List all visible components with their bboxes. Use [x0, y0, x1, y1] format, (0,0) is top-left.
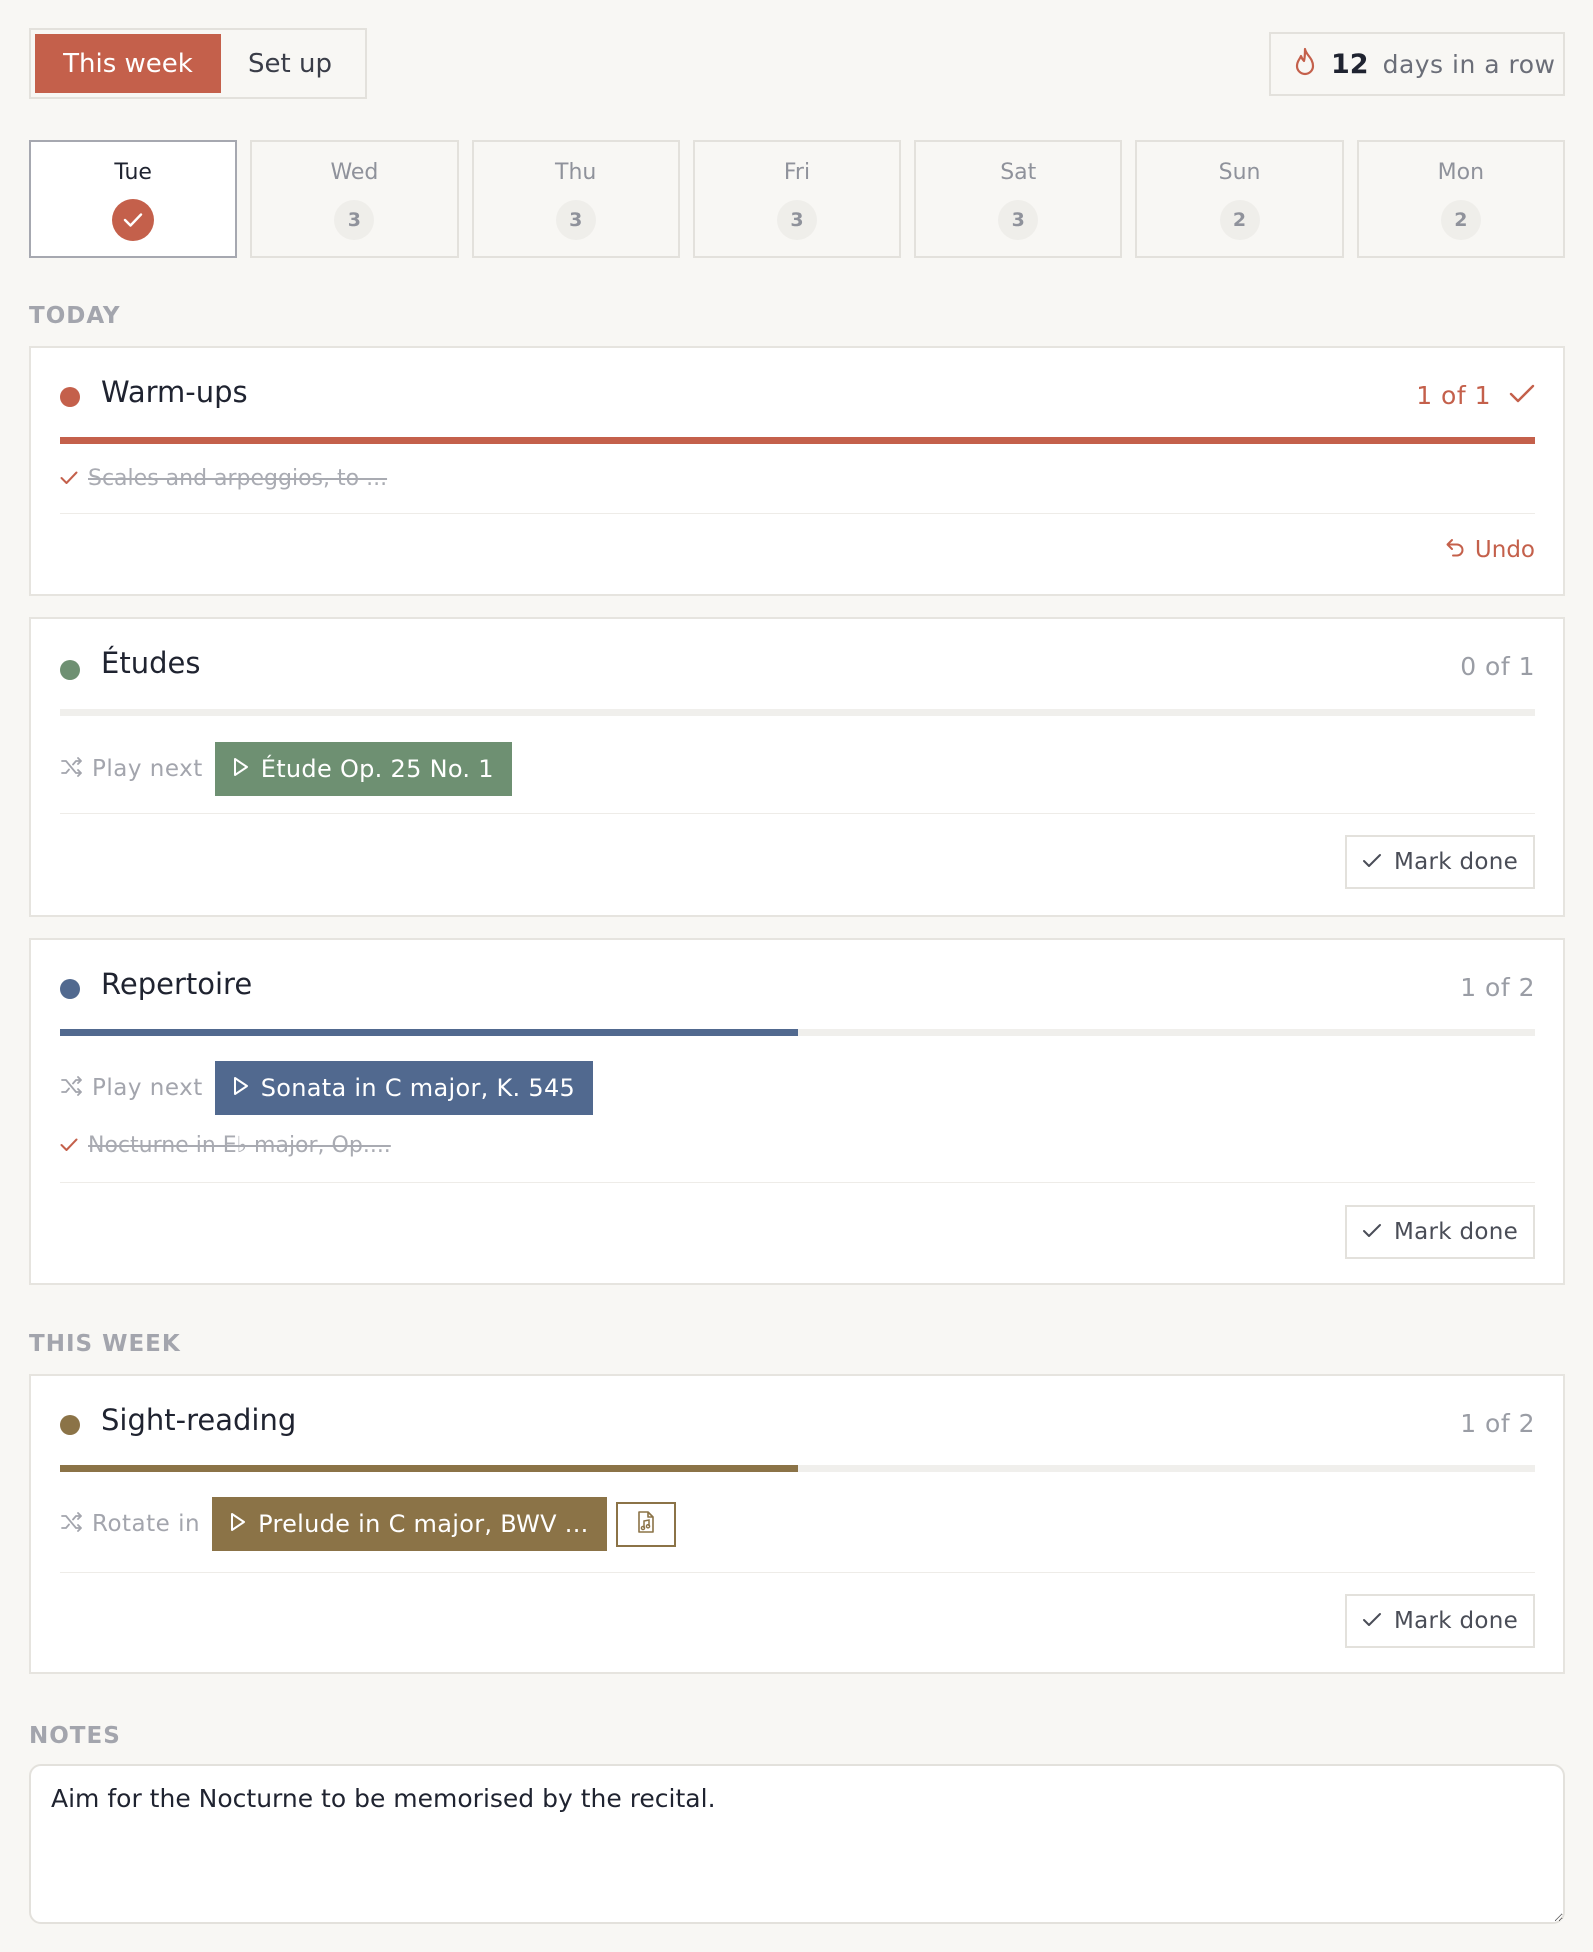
divider: [60, 513, 1535, 514]
progress-track: [60, 709, 1535, 716]
day-name: Thu: [555, 160, 597, 185]
check-icon: [1509, 381, 1535, 410]
check-icon: [60, 466, 78, 491]
category-title: Sight-reading: [101, 1403, 297, 1437]
divider: [60, 1572, 1535, 1573]
section-label-notes: NOTES: [29, 1723, 121, 1749]
category-count: 0 of 1: [1460, 652, 1535, 681]
completed-item: Scales and arpeggios, to ...: [60, 466, 387, 491]
day-count-badge: 2: [1219, 200, 1260, 240]
category-color-dot: [60, 387, 80, 407]
streak-count: 12: [1331, 48, 1369, 80]
day-mon[interactable]: Mon 2: [1356, 140, 1565, 258]
mark-done-button[interactable]: Mark done: [1345, 1205, 1535, 1259]
check-icon: [1362, 1608, 1382, 1634]
play-icon: [230, 1510, 246, 1538]
play-next-row: Play next Étude Op. 25 No. 1: [60, 742, 512, 796]
streak-badge: 12 days in a row: [1269, 32, 1565, 96]
day-tue[interactable]: Tue: [29, 140, 238, 258]
shuffle-icon: [60, 1512, 84, 1536]
day-name: Mon: [1437, 160, 1485, 185]
view-toggle: This week Set up: [29, 28, 367, 99]
play-piece-button[interactable]: Prelude in C major, BWV ...: [212, 1497, 607, 1551]
progress-fill: [60, 437, 1535, 444]
divider: [60, 813, 1535, 814]
category-title: Warm-ups: [101, 375, 248, 409]
day-name: Sun: [1218, 160, 1261, 185]
play-piece-button[interactable]: Sonata in C major, K. 545: [214, 1061, 594, 1115]
day-count-badge: 3: [776, 200, 817, 240]
progress-fill: [60, 1465, 798, 1472]
day-fri[interactable]: Fri 3: [692, 140, 902, 258]
play-piece-button[interactable]: Étude Op. 25 No. 1: [214, 742, 512, 796]
progress-track: [60, 437, 1535, 444]
undo-button[interactable]: Undo: [1445, 537, 1535, 563]
check-icon: [1362, 849, 1382, 875]
day-count-badge: 3: [555, 200, 596, 240]
shuffle-icon: [60, 757, 84, 781]
category-count: 1 of 2: [1460, 1409, 1535, 1438]
category-color-dot: [60, 1415, 80, 1435]
category-color-dot: [60, 979, 80, 999]
play-icon: [233, 1074, 249, 1102]
category-card-repertoire: Repertoire 1 of 2 Play next Sonata in C …: [29, 938, 1565, 1285]
week-day-strip: Tue Wed 3 Thu 3 Fri 3 Sat 3 Sun 2 Mon 2: [29, 140, 1565, 258]
progress-track: [60, 1465, 1535, 1472]
category-title: Repertoire: [101, 967, 253, 1001]
day-sat[interactable]: Sat 3: [914, 140, 1123, 258]
play-icon: [233, 755, 249, 783]
day-sun[interactable]: Sun 2: [1135, 140, 1344, 258]
category-card-sight-reading: Sight-reading 1 of 2 Rotate in Prelude i…: [29, 1374, 1565, 1674]
play-next-label: Play next: [92, 1075, 203, 1101]
progress-fill: [60, 1029, 798, 1036]
category-card-warmups: Warm-ups 1 of 1 Scales and arpeggios, to…: [29, 346, 1565, 596]
day-count-badge: 3: [334, 200, 375, 240]
rotate-in-label: Rotate in: [92, 1511, 201, 1537]
check-icon: [60, 1133, 78, 1158]
mark-done-button[interactable]: Mark done: [1345, 835, 1535, 889]
streak-label: days in a row: [1382, 49, 1556, 79]
day-count-badge: 3: [998, 200, 1039, 240]
check-icon: [1362, 1219, 1382, 1245]
day-name: Sat: [1000, 160, 1037, 185]
day-count-badge: 2: [1440, 200, 1481, 240]
category-title: Études: [101, 646, 201, 680]
mark-done-button[interactable]: Mark done: [1345, 1594, 1535, 1648]
play-next-label: Play next: [92, 756, 203, 782]
tab-this-week[interactable]: This week: [35, 34, 221, 93]
completed-item: Nocturne in E♭ major, Op....: [60, 1133, 391, 1158]
flame-icon: [1293, 47, 1317, 81]
section-label-today: TODAY: [29, 303, 121, 329]
category-card-etudes: Études 0 of 1 Play next Étude Op. 25 No.…: [29, 617, 1565, 917]
music-file-icon: [636, 1510, 656, 1538]
day-complete-check-icon: [112, 199, 155, 241]
category-count: 1 of 2: [1460, 973, 1535, 1002]
undo-icon: [1445, 537, 1465, 563]
play-next-row: Play next Sonata in C major, K. 545: [60, 1061, 594, 1115]
tab-set-up[interactable]: Set up: [221, 34, 359, 93]
rotate-in-row: Rotate in Prelude in C major, BWV ...: [60, 1497, 676, 1551]
open-score-button[interactable]: [615, 1501, 676, 1547]
day-name: Tue: [114, 160, 152, 185]
day-thu[interactable]: Thu 3: [471, 140, 680, 258]
day-wed[interactable]: Wed 3: [250, 140, 459, 258]
divider: [60, 1182, 1535, 1183]
day-name: Fri: [783, 160, 811, 185]
section-label-this-week: THIS WEEK: [29, 1331, 181, 1357]
shuffle-icon: [60, 1076, 84, 1100]
notes-textarea[interactable]: Aim for the Nocturne to be memorised by …: [29, 1764, 1565, 1924]
day-name: Wed: [330, 160, 379, 185]
category-count: 1 of 1: [1416, 381, 1535, 410]
progress-track: [60, 1029, 1535, 1036]
category-color-dot: [60, 660, 80, 680]
